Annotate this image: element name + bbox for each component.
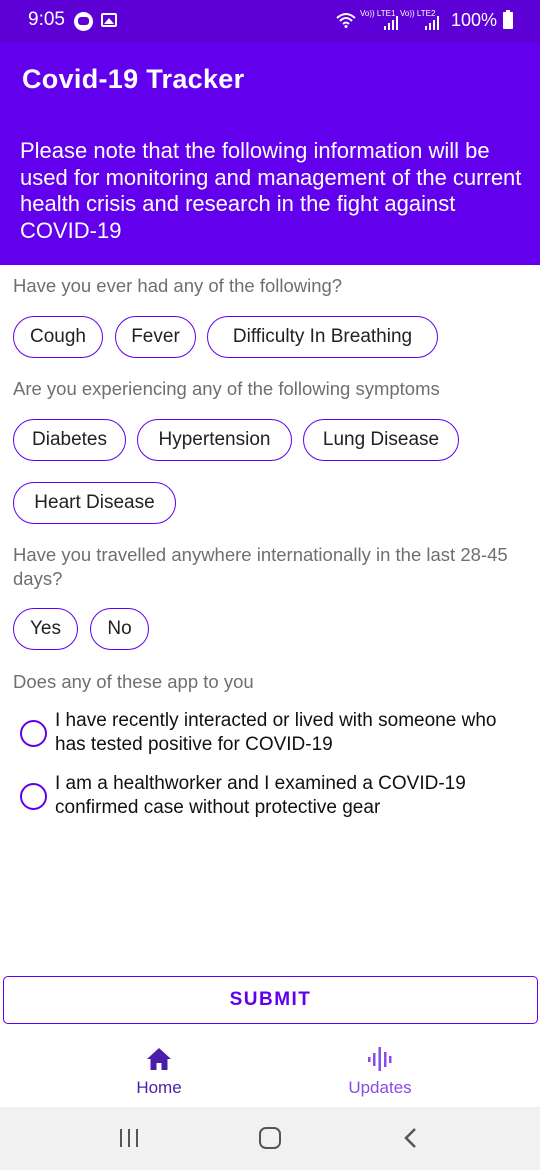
bottom-navigation: Home Updates <box>0 1028 540 1107</box>
chip-heart-disease[interactable]: Heart Disease <box>13 482 176 524</box>
system-navigation-bar <box>0 1107 540 1170</box>
radio-healthworker[interactable]: I am a healthworker and I examined a COV… <box>20 773 530 831</box>
battery-percent: 100% <box>451 10 498 30</box>
privacy-notice: Please note that the following informati… <box>20 138 522 243</box>
signal-icon <box>423 16 441 30</box>
recent-apps-icon[interactable] <box>120 1129 140 1147</box>
chip-lung-disease[interactable]: Lung Disease <box>303 419 459 461</box>
radio-button[interactable] <box>20 783 47 810</box>
chip-hypertension[interactable]: Hypertension <box>137 419 292 461</box>
submit-button[interactable]: SUBMIT <box>3 976 538 1024</box>
nav-updates[interactable]: Updates <box>245 1028 515 1107</box>
question-symptoms: Are you experiencing any of the followin… <box>13 378 440 399</box>
wifi-icon <box>336 13 356 28</box>
nav-updates-label: Updates <box>348 1078 412 1097</box>
chip-diabetes[interactable]: Diabetes <box>13 419 126 461</box>
radio-button[interactable] <box>20 720 47 747</box>
chip-cough[interactable]: Cough <box>13 316 103 358</box>
chip-yes[interactable]: Yes <box>13 608 78 650</box>
back-icon[interactable] <box>402 1127 420 1149</box>
audio-wave-icon <box>368 1047 392 1071</box>
gallery-icon <box>101 13 117 27</box>
battery-icon <box>503 10 513 29</box>
question-applies: Does any of these app to you <box>13 671 254 692</box>
question-travel: Have you travelled anywhere internationa… <box>13 544 508 589</box>
radio-label: I am a healthworker and I examined a COV… <box>55 773 466 818</box>
status-time: 9:05 <box>28 9 65 30</box>
page-title: Covid-19 Tracker <box>22 64 245 94</box>
signal-icon <box>382 16 400 30</box>
chip-no[interactable]: No <box>90 608 149 650</box>
radio-contact-positive[interactable]: I have recently interacted or lived with… <box>20 710 530 768</box>
chip-fever[interactable]: Fever <box>115 316 196 358</box>
home-button-icon[interactable] <box>259 1127 281 1149</box>
question-history: Have you ever had any of the following? <box>13 275 343 296</box>
radio-label: I have recently interacted or lived with… <box>55 710 497 755</box>
chip-difficulty-breathing[interactable]: Difficulty In Breathing <box>207 316 438 358</box>
home-icon <box>147 1048 171 1070</box>
status-bar: 9:05 Vo)) LTE1 Vo)) LTE2 100% <box>0 0 540 42</box>
app-header: Covid-19 Tracker Please note that the fo… <box>0 42 540 265</box>
chat-icon <box>74 12 93 31</box>
